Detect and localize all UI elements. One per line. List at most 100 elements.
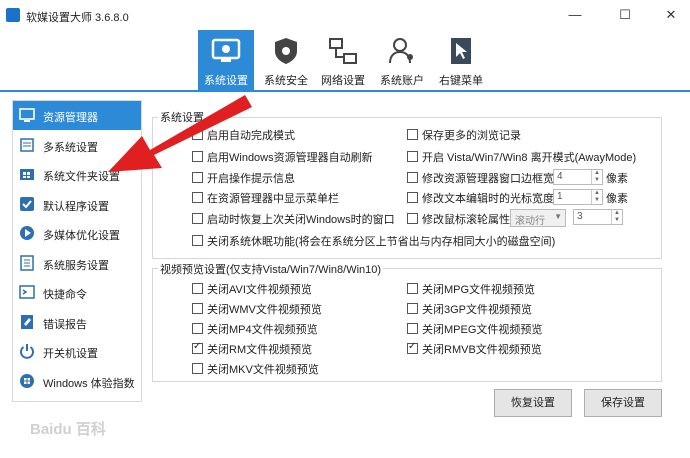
checkbox-label: 保存更多的浏览记录 bbox=[422, 130, 521, 142]
wheel-value-stepper[interactable]: 3 ▲ ▼ bbox=[573, 209, 623, 225]
stepper-arrows-icon[interactable]: ▲ ▼ bbox=[591, 170, 602, 184]
sidebar-item-default-programs[interactable]: 默认程序设置 bbox=[13, 190, 141, 219]
checkbox-box[interactable] bbox=[407, 151, 418, 162]
checkbox-box[interactable] bbox=[192, 283, 203, 294]
checkbox-box[interactable] bbox=[407, 283, 418, 294]
checkbox-show-menubar[interactable]: 在资源管理器中显示菜单栏 bbox=[192, 190, 339, 206]
save-settings-button[interactable]: 保存设置 bbox=[584, 389, 662, 417]
sidebar-item-quick-commands[interactable]: 快捷命令 bbox=[13, 278, 141, 307]
checkbox-box[interactable] bbox=[192, 213, 203, 224]
checkbox-mpeg[interactable]: 关闭MPEG文件视频预览 bbox=[407, 321, 542, 337]
checkbox-away-mode[interactable]: 开启 Vista/Win7/Win8 离开模式(AwayMode) bbox=[407, 149, 636, 165]
checkbox-more-history[interactable]: 保存更多的浏览记录 bbox=[407, 127, 521, 143]
unit-label: 像素 bbox=[606, 173, 628, 185]
checkbox-avi[interactable]: 关闭AVI文件视频预览 bbox=[192, 281, 312, 297]
checkbox-box[interactable] bbox=[407, 129, 418, 140]
multi-system-icon bbox=[20, 138, 34, 152]
checkbox-box[interactable] bbox=[407, 192, 418, 203]
checkbox-operation-tips[interactable]: 开启操作提示信息 bbox=[192, 170, 295, 186]
tab-label: 系统设置 bbox=[204, 75, 248, 87]
sidebar-item-system-folder[interactable]: 系统文件夹设置 bbox=[13, 160, 141, 189]
monitor-gear-icon bbox=[211, 38, 241, 62]
checkbox-restore-windows[interactable]: 启动时恢复上次关闭Windows时的窗口 bbox=[192, 211, 395, 227]
media-icon bbox=[20, 226, 34, 240]
folder-windows-icon bbox=[20, 169, 34, 180]
checkbox-mpg[interactable]: 关闭MPG文件视频预览 bbox=[407, 281, 535, 297]
unit-label: 像素 bbox=[606, 193, 628, 205]
check-shield-icon bbox=[20, 197, 34, 211]
checkbox-cursor-width[interactable]: 修改文本编辑时的光标宽度为 bbox=[407, 190, 565, 206]
checkbox-box[interactable] bbox=[192, 363, 203, 374]
tab-system-settings[interactable]: 系统设置 bbox=[198, 30, 254, 90]
checkbox-box[interactable] bbox=[192, 192, 203, 203]
close-button[interactable]: ✕ bbox=[658, 4, 684, 26]
checkbox-rmvb[interactable]: 关闭RMVB文件视频预览 bbox=[407, 341, 542, 357]
checkbox-box[interactable] bbox=[407, 341, 418, 354]
app-icon bbox=[6, 8, 20, 22]
checkbox-box[interactable] bbox=[192, 323, 203, 334]
checkbox-3gp[interactable]: 关闭3GP文件视频预览 bbox=[407, 301, 532, 317]
checkbox-explorer-auto-refresh[interactable]: 启用Windows资源管理器自动刷新 bbox=[192, 149, 373, 165]
checkbox-label: 修改鼠标滚轮属性 bbox=[422, 214, 510, 226]
checkbox-label: 修改文本编辑时的光标宽度为 bbox=[422, 193, 565, 205]
sidebar-item-explorer[interactable]: 资源管理器 bbox=[13, 101, 141, 130]
wheel-mode-select[interactable]: 滚动行 ▼ bbox=[510, 209, 566, 227]
checkbox-label: 启动时恢复上次关闭Windows时的窗口 bbox=[207, 214, 395, 226]
checkbox-mkv[interactable]: 关闭MKV文件视频预览 bbox=[192, 361, 319, 377]
sidebar-item-label: 默认程序设置 bbox=[43, 201, 109, 213]
checkbox-box[interactable] bbox=[192, 303, 203, 314]
checkbox-mp4[interactable]: 关闭MP4文件视频预览 bbox=[192, 321, 318, 337]
stepper-value: 1 bbox=[557, 191, 563, 202]
restore-settings-button[interactable]: 恢复设置 bbox=[494, 389, 572, 417]
users-icon bbox=[389, 38, 413, 64]
stepper-arrows-icon[interactable]: ▲ ▼ bbox=[591, 190, 602, 204]
tab-context-menu[interactable]: 右键菜单 bbox=[433, 30, 489, 90]
checkbox-box[interactable] bbox=[192, 129, 203, 140]
sidebar-item-services[interactable]: 系统服务设置 bbox=[13, 249, 141, 278]
checkbox-disable-hibernate[interactable]: 关闭系统休眠功能(将会在系统分区上节省出与内存相同大小的磁盘空间) bbox=[192, 233, 555, 249]
sidebar-item-label: Windows 体验指数 bbox=[43, 378, 135, 390]
border-width-stepper[interactable]: 4 ▲ ▼ bbox=[553, 169, 603, 185]
sidebar-item-label: 错误报告 bbox=[43, 319, 87, 331]
sidebar-item-multimedia[interactable]: 多媒体优化设置 bbox=[13, 219, 141, 248]
sidebar-item-label: 开关机设置 bbox=[43, 348, 98, 360]
cursor-width-stepper[interactable]: 1 ▲ ▼ bbox=[553, 189, 603, 205]
sidebar: 资源管理器 多系统设置 系统文件夹设置 默认程序设置 多媒体优化设置 系统服务设… bbox=[12, 100, 142, 402]
checkbox-box[interactable] bbox=[192, 172, 203, 183]
checkbox-box[interactable] bbox=[192, 235, 203, 246]
stepper-arrows-icon[interactable]: ▲ ▼ bbox=[611, 210, 622, 224]
sidebar-item-windows-index[interactable]: Windows 体验指数 bbox=[13, 367, 141, 396]
video-preview-group-title: 视频预览设置(仅支持Vista/Win7/Win8/Win10) bbox=[158, 261, 384, 277]
checkbox-box[interactable] bbox=[192, 341, 203, 354]
checkbox-label: 启用自动完成模式 bbox=[207, 130, 295, 142]
tab-network-settings[interactable]: 网络设置 bbox=[315, 30, 371, 90]
checkbox-border-width[interactable]: 修改资源管理器窗口边框宽度 bbox=[407, 170, 565, 186]
sidebar-item-multi-system[interactable]: 多系统设置 bbox=[13, 131, 141, 160]
select-value: 滚动行 bbox=[515, 216, 545, 227]
checkbox-auto-complete[interactable]: 启用自动完成模式 bbox=[192, 127, 295, 143]
checkbox-box[interactable] bbox=[407, 303, 418, 314]
checkbox-label: 关闭RMVB文件视频预览 bbox=[422, 344, 542, 356]
sidebar-item-power[interactable]: 开关机设置 bbox=[13, 337, 141, 366]
maximize-button[interactable]: ☐ bbox=[612, 4, 638, 26]
minimize-button[interactable]: — bbox=[562, 4, 588, 26]
checkbox-box[interactable] bbox=[407, 323, 418, 334]
checkbox-label: 在资源管理器中显示菜单栏 bbox=[207, 193, 339, 205]
command-icon bbox=[19, 285, 35, 299]
report-icon bbox=[21, 315, 33, 329]
tab-label: 系统安全 bbox=[264, 75, 308, 87]
checkbox-box[interactable] bbox=[407, 213, 418, 224]
checkbox-wheel-property[interactable]: 修改鼠标滚轮属性 bbox=[407, 211, 510, 227]
sidebar-item-error-report[interactable]: 错误报告 bbox=[13, 308, 141, 337]
checkbox-rm[interactable]: 关闭RM文件视频预览 bbox=[192, 341, 312, 357]
main-toolbar: 系统设置 系统安全 网络设置 系统账户 右键菜单 bbox=[0, 30, 690, 90]
checkbox-wmv[interactable]: 关闭WMV文件视频预览 bbox=[192, 301, 322, 317]
chevron-down-icon: ▼ bbox=[554, 212, 562, 221]
tab-system-accounts[interactable]: 系统账户 bbox=[374, 30, 430, 90]
checkbox-box[interactable] bbox=[407, 172, 418, 183]
checkbox-label: 关闭MKV文件视频预览 bbox=[207, 364, 319, 376]
sidebar-item-label: 多媒体优化设置 bbox=[43, 230, 120, 242]
checkbox-box[interactable] bbox=[192, 151, 203, 162]
sidebar-item-label: 资源管理器 bbox=[43, 112, 98, 124]
tab-system-security[interactable]: 系统安全 bbox=[258, 30, 314, 90]
